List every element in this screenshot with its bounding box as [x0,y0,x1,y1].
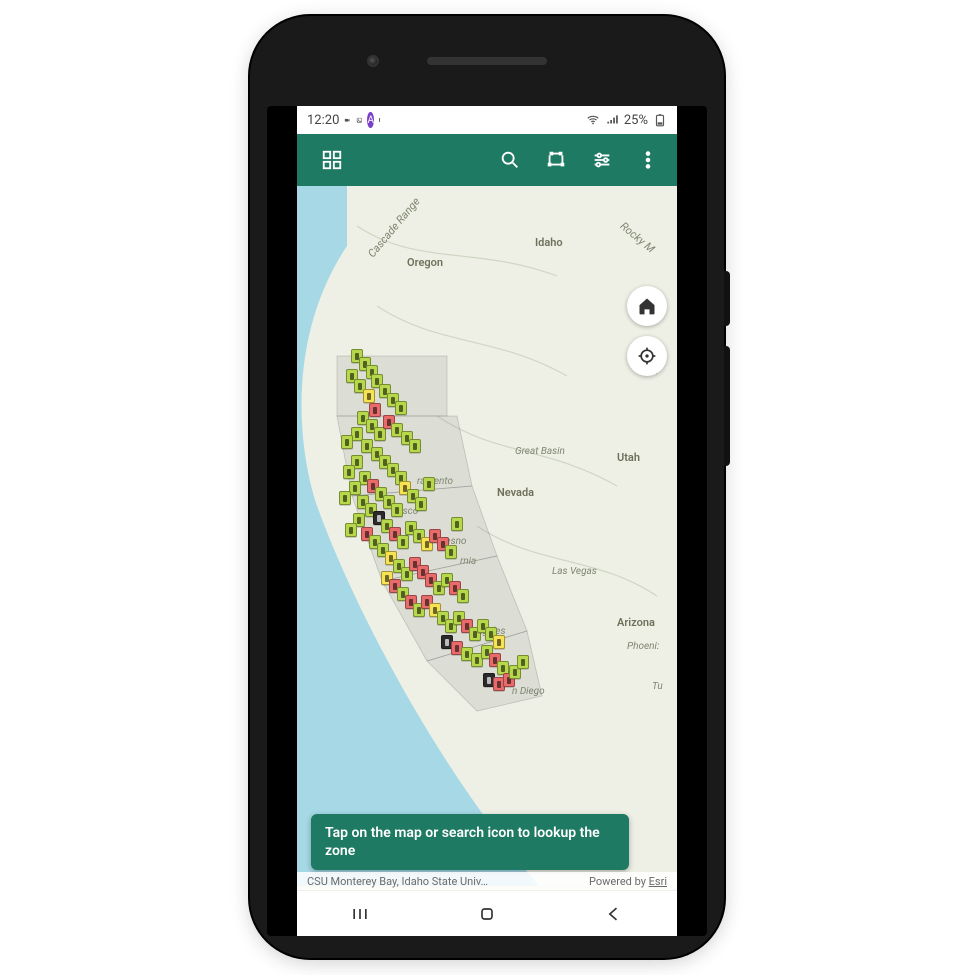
phone-top-bezel [250,16,724,106]
map-marker[interactable] [391,503,403,517]
map-marker[interactable] [409,439,421,453]
search-icon [499,149,521,171]
filter-sliders-icon [591,149,613,171]
phone-camera [367,55,379,67]
map-marker[interactable] [415,497,427,511]
locate-icon [637,346,657,366]
nav-back-button[interactable] [584,898,644,930]
recents-icon [350,904,370,924]
nav-home-button[interactable] [457,898,517,930]
phone-glass: 12:20 A 25% [267,106,707,936]
phone-speaker [427,57,547,65]
overflow-menu-button[interactable] [627,139,669,181]
map-marker[interactable] [339,491,351,505]
search-button[interactable] [489,139,531,181]
map-attribution: CSU Monterey Bay, Idaho State Univ… Powe… [297,872,677,890]
attribution-right: Powered by Esri [589,875,667,888]
apps-menu-button[interactable] [311,139,353,181]
app-bar [297,134,677,186]
home-icon [637,296,657,316]
recording-icon [344,117,351,124]
status-time: 12:20 [307,113,339,128]
map-marker[interactable] [517,655,529,669]
map-hint-banner: Tap on the map or search icon to lookup … [311,814,629,870]
home-nav-icon [477,904,497,924]
signal-icon [605,113,619,127]
attribution-left: CSU Monterey Bay, Idaho State Univ… [307,875,488,888]
polygon-select-icon [545,149,567,171]
battery-icon [653,113,667,127]
map-marker[interactable] [345,523,357,537]
map-marker[interactable] [341,435,353,449]
map-area[interactable]: Cascade RangeOregonIdahoRocky MGreat Bas… [297,186,677,890]
app-badge-icon: A [367,112,374,128]
map-marker[interactable] [395,401,407,415]
phone-frame: 12:20 A 25% [250,16,724,958]
wifi-icon [586,113,600,127]
battery-text: 25% [624,113,648,128]
map-marker[interactable] [457,589,469,603]
status-bar: 12:20 A 25% [297,106,677,134]
apps-icon [321,149,343,171]
phone-side-button [724,346,730,466]
back-icon [604,904,624,924]
esri-link[interactable]: Esri [649,875,667,888]
map-marker[interactable] [397,535,409,549]
more-vert-icon [637,149,659,171]
phone-side-button [724,271,730,326]
map-marker[interactable] [343,465,355,479]
map-canvas[interactable]: Cascade RangeOregonIdahoRocky MGreat Bas… [297,186,677,890]
map-marker[interactable] [363,389,375,403]
map-marker[interactable] [423,477,435,491]
map-marker[interactable] [369,403,381,417]
map-marker[interactable] [374,427,386,441]
app-screen: 12:20 A 25% [297,106,677,936]
map-marker[interactable] [445,545,457,559]
image-icon [356,117,363,124]
map-marker[interactable] [451,517,463,531]
android-nav-bar [297,890,677,936]
map-locate-button[interactable] [627,336,667,376]
select-area-button[interactable] [535,139,577,181]
map-marker[interactable] [493,635,505,649]
map-hint-text: Tap on the map or search icon to lookup … [325,825,600,859]
nav-recents-button[interactable] [330,898,390,930]
map-home-button[interactable] [627,286,667,326]
filter-button[interactable] [581,139,623,181]
